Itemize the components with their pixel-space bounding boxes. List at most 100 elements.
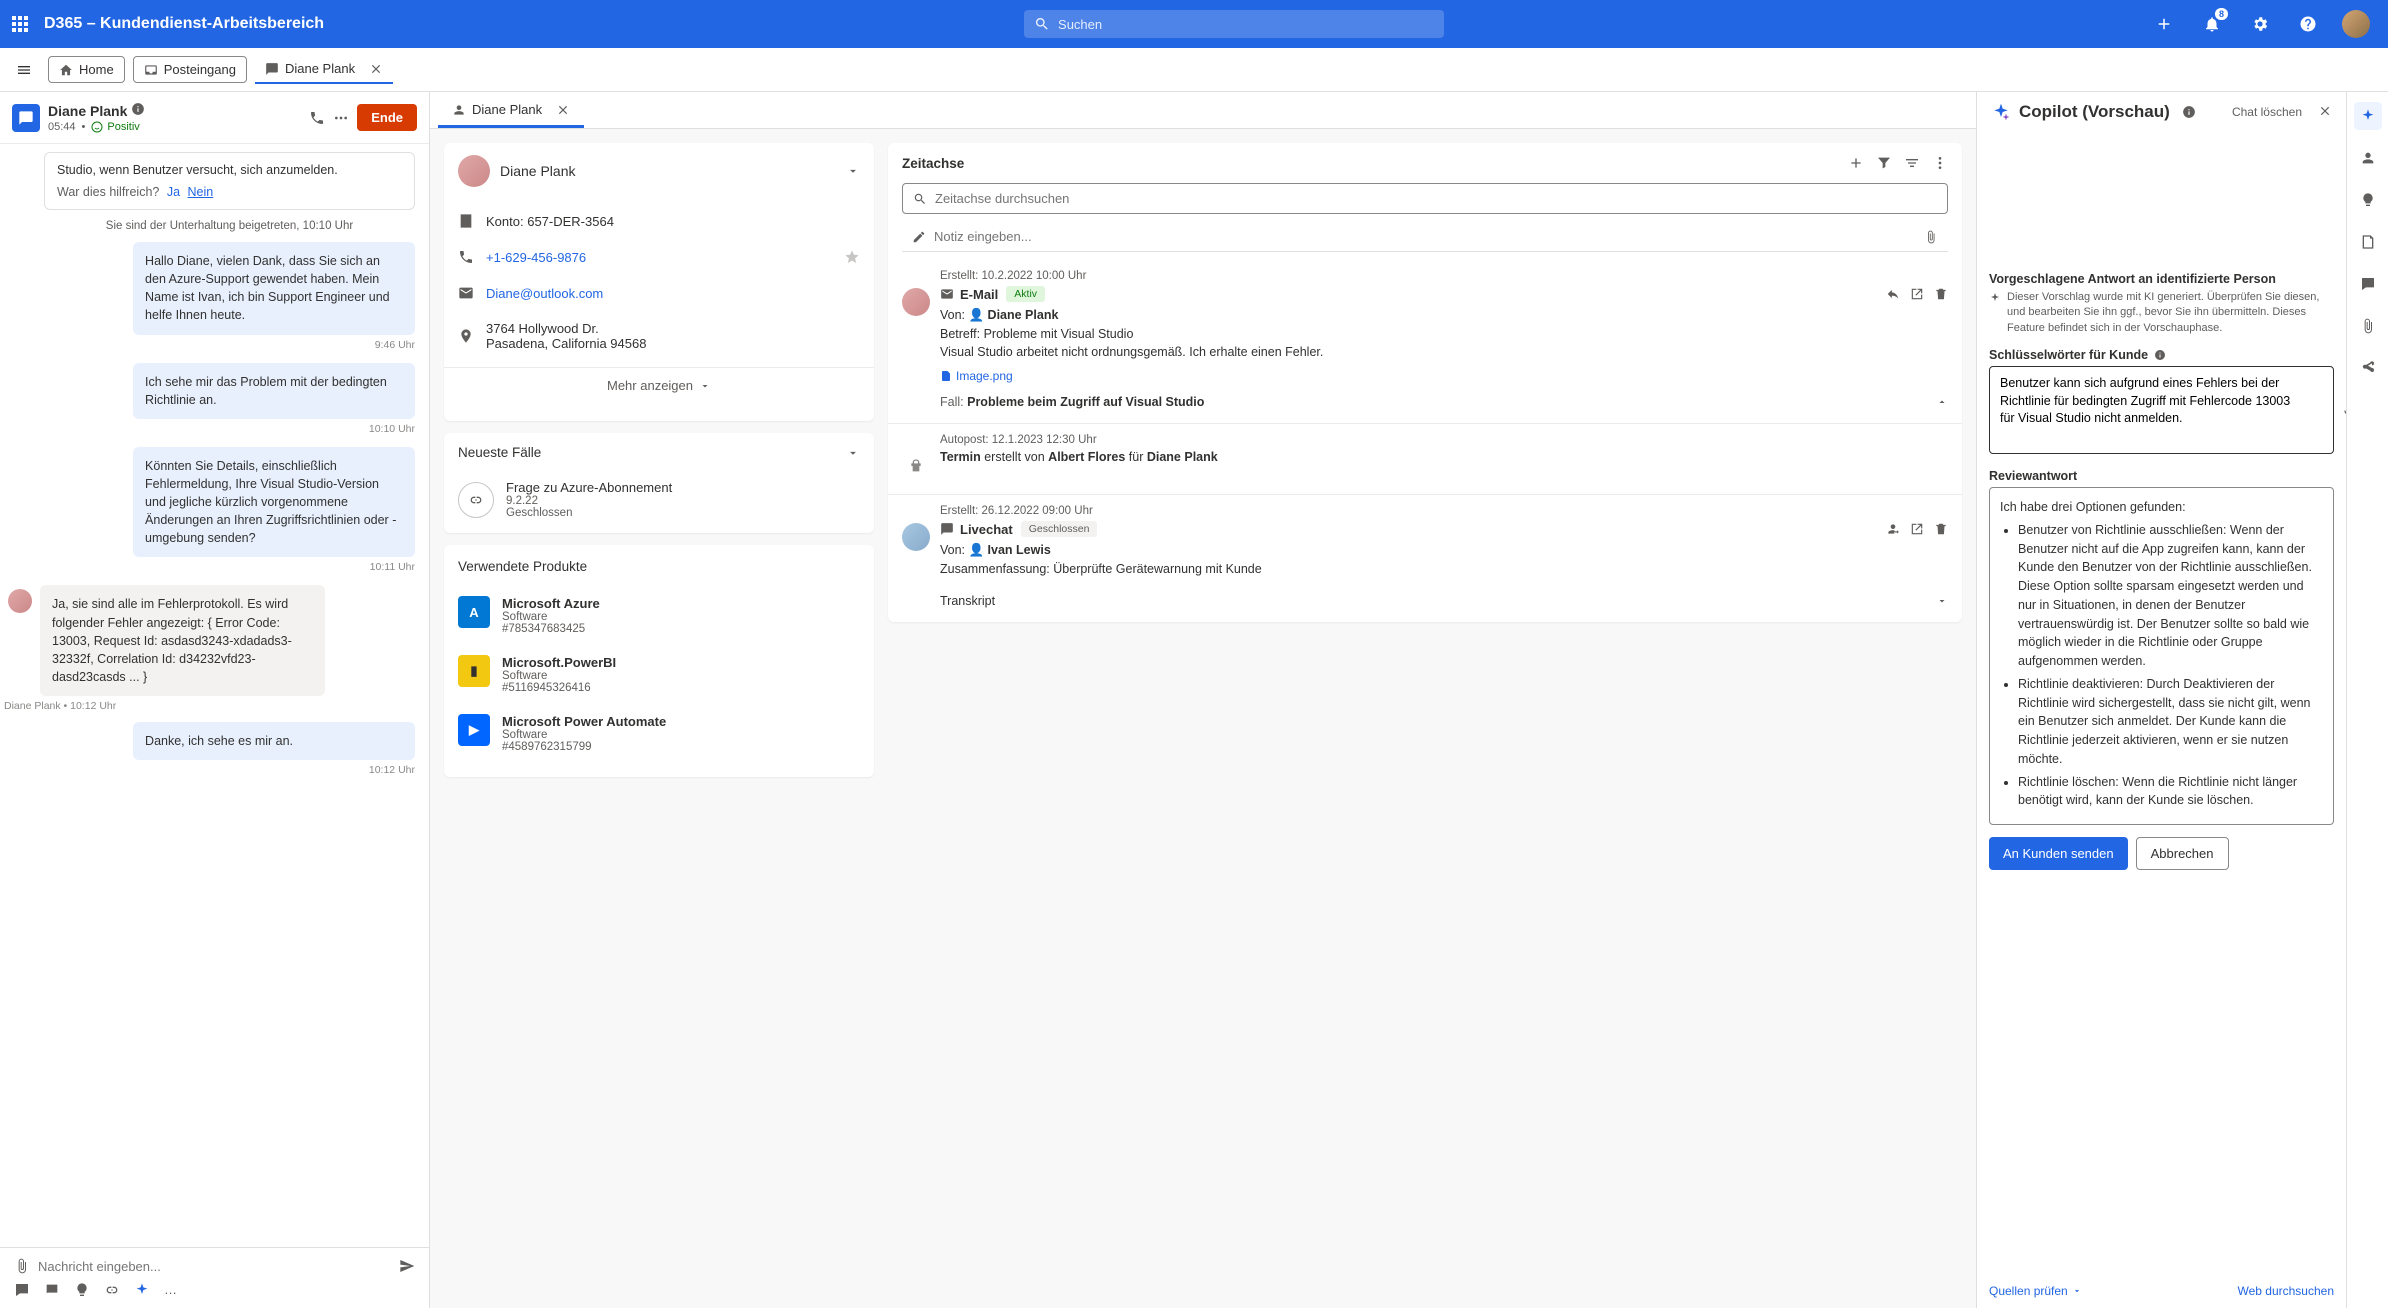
chat-icon [940, 522, 954, 536]
timeline-search[interactable] [902, 183, 1948, 214]
inbox-button[interactable]: Posteingang [133, 56, 247, 83]
customer-name: Diane Plank [48, 103, 127, 119]
toolbar-more[interactable]: … [164, 1282, 177, 1298]
helpful-no[interactable]: Nein [188, 185, 214, 199]
chevron-up-icon[interactable] [1936, 396, 1948, 408]
open-icon[interactable] [1910, 522, 1924, 536]
azure-icon: A [458, 596, 490, 628]
chevron-down-icon[interactable] [846, 164, 860, 178]
reply-icon[interactable] [1886, 287, 1900, 301]
rail-attach[interactable] [2354, 312, 2382, 340]
attachment-link[interactable]: Image.png [940, 369, 1013, 383]
info-icon[interactable] [131, 102, 145, 116]
help-button[interactable] [2288, 4, 2328, 44]
customer-avatar [8, 589, 32, 613]
helpful-yes[interactable]: Ja [167, 185, 180, 199]
delete-icon[interactable] [1934, 287, 1948, 301]
contact-email[interactable]: Diane@outlook.com [458, 275, 860, 311]
copilot-title: Copilot (Vorschau) [2019, 102, 2170, 122]
rail-notes[interactable] [2354, 270, 2382, 298]
link-icon[interactable] [104, 1282, 120, 1298]
info-icon[interactable] [2154, 349, 2166, 361]
sort-icon[interactable] [1904, 155, 1920, 171]
info-icon[interactable] [2182, 105, 2196, 119]
phone-icon[interactable] [309, 110, 325, 126]
close-icon[interactable] [556, 103, 570, 117]
more-icon[interactable] [1932, 155, 1948, 171]
rail-copilot[interactable] [2354, 102, 2382, 130]
note-input[interactable] [902, 222, 1948, 252]
chevron-down-icon [1936, 595, 1948, 607]
agent-message: Ich sehe mir das Problem mit der bedingt… [133, 363, 415, 419]
tray-icon [144, 63, 158, 77]
product-item[interactable]: ▶ Microsoft Power Automate Software #458… [458, 704, 860, 763]
review-answer[interactable]: Ich habe drei Optionen gefunden: Benutze… [1989, 487, 2334, 825]
send-to-customer-button[interactable]: An Kunden senden [1989, 837, 2128, 870]
more-icon[interactable] [333, 110, 349, 126]
message-input[interactable] [38, 1259, 391, 1274]
close-icon[interactable] [369, 62, 383, 76]
app-launcher[interactable] [12, 16, 28, 32]
attach-icon[interactable] [14, 1258, 30, 1274]
autopost-icon [902, 452, 930, 480]
quick-reply-icon[interactable] [44, 1282, 60, 1298]
nav-toggle[interactable] [8, 54, 40, 86]
home-icon [59, 63, 73, 77]
notifications-button[interactable]: 8 [2192, 4, 2232, 44]
powerbi-icon: ▮ [458, 655, 490, 687]
app-title: D365 – Kundendienst-Arbeitsbereich [44, 15, 324, 33]
regenerate-button[interactable] [2342, 403, 2346, 420]
global-search-input[interactable] [1058, 17, 1434, 32]
contact-header[interactable]: Diane Plank [458, 155, 576, 187]
sentiment-indicator: Positiv [91, 121, 139, 133]
rail-scripts[interactable] [2354, 228, 2382, 256]
add-icon[interactable] [1848, 155, 1864, 171]
system-message: Sie sind der Unterhaltung beigetreten, 1… [44, 220, 415, 232]
copilot-toolbar-icon[interactable] [134, 1282, 150, 1298]
timeline-avatar [902, 523, 930, 551]
attach-icon[interactable] [1924, 230, 1938, 244]
open-icon[interactable] [1910, 287, 1924, 301]
review-label: Reviewantwort [1989, 469, 2334, 483]
rail-share[interactable] [2354, 354, 2382, 382]
contact-phone[interactable]: +1-629-456-9876 [458, 239, 860, 275]
check-sources-link[interactable]: Quellen prüfen [1989, 1284, 2082, 1298]
clear-chat-link[interactable]: Chat löschen [2232, 105, 2302, 119]
note-icon[interactable] [14, 1282, 30, 1298]
contact-account: Konto: 657-DER-3564 [458, 203, 860, 239]
session-tab[interactable]: Diane Plank [255, 55, 393, 84]
chevron-down-icon[interactable] [846, 446, 860, 460]
case-item[interactable]: Frage zu Azure-Abonnement 9.2.22 Geschlo… [444, 472, 874, 533]
expand-icon[interactable] [2318, 104, 2332, 121]
keywords-input[interactable] [1989, 366, 2334, 454]
product-item[interactable]: A Microsoft Azure Software #785347683425 [458, 586, 860, 645]
chevron-down-icon [699, 380, 711, 392]
rail-knowledge[interactable] [2354, 186, 2382, 214]
knowledge-icon[interactable] [74, 1282, 90, 1298]
timeline-title: Zeitachse [902, 156, 964, 171]
home-button[interactable]: Home [48, 56, 125, 83]
product-item[interactable]: ▮ Microsoft.PowerBI Software #5116945326… [458, 645, 860, 704]
note-text-input[interactable] [934, 229, 1916, 244]
send-icon[interactable] [399, 1258, 415, 1274]
new-item-button[interactable] [2144, 4, 2184, 44]
cancel-button[interactable]: Abbrechen [2136, 837, 2229, 870]
delete-icon[interactable] [1934, 522, 1948, 536]
global-search[interactable] [1024, 10, 1444, 38]
keywords-label: Schlüsselwörter für Kunde [1989, 348, 2148, 362]
search-web-link[interactable]: Web durchsuchen [2237, 1284, 2334, 1298]
settings-button[interactable] [2240, 4, 2280, 44]
record-tab[interactable]: Diane Plank [438, 92, 584, 128]
show-more[interactable]: Mehr anzeigen [444, 367, 874, 407]
products-title: Verwendete Produkte [444, 545, 874, 580]
rail-teams[interactable] [2354, 144, 2382, 172]
star-icon[interactable] [844, 249, 860, 265]
end-button[interactable]: Ende [357, 104, 417, 131]
filter-icon[interactable] [1876, 155, 1892, 171]
building-icon [458, 213, 474, 229]
user-menu[interactable] [2336, 4, 2376, 44]
assign-icon[interactable] [1886, 522, 1900, 536]
contact-address: 3764 Hollywood Dr.Pasadena, California 9… [458, 311, 860, 361]
transcript-toggle[interactable]: Transkript [940, 586, 1948, 608]
timeline-search-input[interactable] [935, 191, 1937, 206]
